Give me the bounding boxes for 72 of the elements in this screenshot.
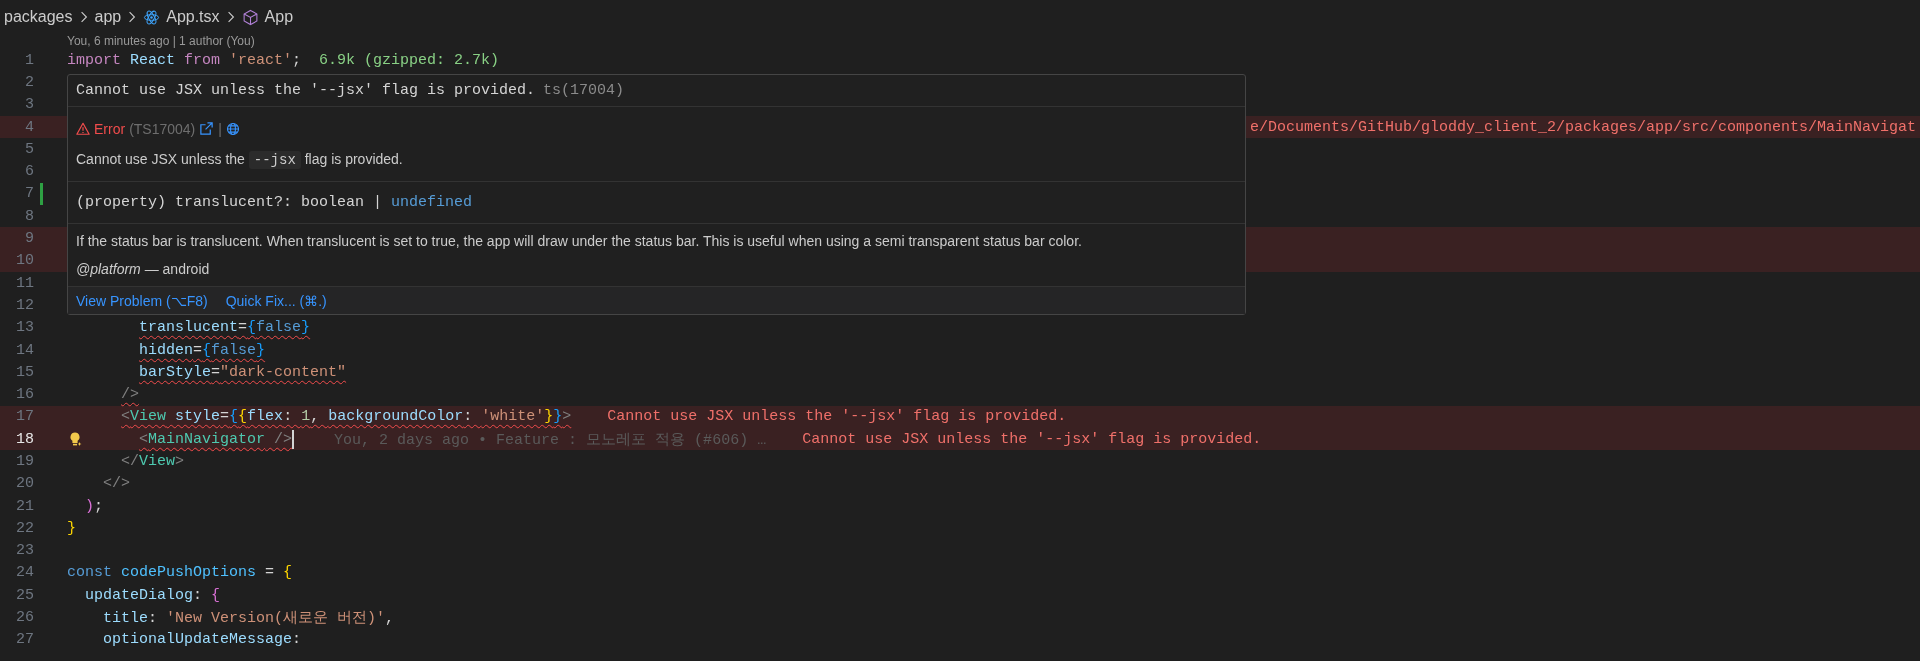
line-number: 4: [24, 118, 34, 136]
code-line: );: [85, 497, 104, 515]
line-number: 22: [15, 519, 34, 537]
line-number: 8: [24, 207, 34, 225]
code-line: </>: [103, 475, 131, 493]
line-number: 15: [15, 363, 34, 381]
hover-title: Cannot use JSX unless the '--jsx' flag is provided.: [76, 82, 536, 99]
line-number: 20: [15, 475, 34, 493]
code-line: optionalUpdateMessage:: [103, 631, 302, 649]
breadcrumb-item[interactable]: packages: [4, 8, 73, 26]
line-number: 3: [24, 96, 34, 114]
error-lens-message: Cannot use JSX unless the '--jsx' flag is provided.: [802, 430, 1262, 448]
line-number: 9: [24, 230, 34, 247]
globe-icon[interactable]: [225, 121, 240, 136]
line-number: 7: [24, 185, 34, 203]
code-line: <View style={{flex: 1, backgroundColor: 'white'}}>: [121, 408, 572, 426]
line-number: 5: [24, 140, 34, 158]
breadcrumb-item[interactable]: app: [94, 8, 122, 26]
code-line: hidden={false}: [139, 341, 266, 359]
line-number: 23: [15, 542, 34, 560]
line-number: 11: [15, 274, 34, 292]
breadcrumb-item[interactable]: App.tsx: [166, 8, 220, 26]
hover-action-link[interactable]: View Problem (⌥F8): [76, 292, 208, 309]
code-line: translucent={false}: [139, 319, 311, 337]
lightbulb-icon[interactable]: [67, 431, 83, 448]
line-number: 24: [15, 564, 34, 582]
code-line: title: 'New Version(새로운 버전)',: [103, 609, 395, 628]
code-line: />: [121, 386, 140, 404]
error-code: (TS17004): [129, 120, 196, 137]
breadcrumb-item[interactable]: App: [264, 8, 294, 26]
external-link-icon[interactable]: [199, 121, 215, 136]
error-message: Cannot use JSX unless the --jsx flag is provided.: [76, 150, 404, 168]
line-number: 18: [15, 430, 34, 448]
error-lens-message: Cannot use JSX unless the '--jsx' flag is provided.: [607, 408, 1067, 426]
line-number: 12: [15, 296, 34, 314]
line-number: 17: [15, 408, 34, 426]
line-number: 6: [24, 163, 34, 181]
line-number: 1: [24, 51, 34, 69]
code-line: import React from 'react';: [67, 51, 302, 69]
inline-blame: You, 2 days ago • Feature : 모노레포 적용 (#606) …: [334, 430, 767, 449]
line-number: 16: [15, 386, 34, 404]
line-number: 13: [15, 319, 34, 337]
type-signature: (property) translucent?: boolean | undefined: [76, 194, 473, 211]
code-line: </View>: [121, 453, 185, 470]
line-number: 26: [15, 609, 34, 627]
chevron-icon: [79, 11, 88, 23]
code-line: barStyle="dark-content": [139, 363, 347, 381]
line-number: 27: [15, 631, 34, 649]
chevron-icon: [226, 11, 235, 23]
error-source: ts(17004): [543, 82, 625, 99]
separator-text: |: [218, 120, 222, 137]
line-number: 2: [24, 73, 34, 91]
chevron-icon: [128, 11, 137, 23]
import-size-hint: 6.9k (gzipped: 2.7k): [319, 51, 500, 69]
code-line: const codePushOptions = {: [67, 564, 293, 582]
line-number: 19: [15, 453, 34, 470]
warning-icon: [76, 121, 90, 136]
code-line: <MainNavigator />: [139, 430, 293, 448]
line-number: 25: [15, 586, 34, 604]
code-line: updateDialog: {: [85, 586, 221, 604]
cube-icon: [241, 8, 259, 26]
platform-tag: @platform — android: [76, 261, 1237, 277]
hover-action-link[interactable]: Quick Fix... (⌘.): [225, 292, 327, 309]
documentation-text: If the status bar is translucent. When translucent is set to true, the app will draw under the status bar. This is useful when using a semi transparent status bar color.: [76, 233, 1083, 249]
line-number: 10: [15, 252, 34, 270]
severity-label: Error: [94, 120, 126, 137]
line-number: 21: [15, 497, 34, 515]
react-atom-icon: [143, 8, 161, 26]
code-line: }: [67, 519, 76, 537]
error-lens-message: e/Documents/GitHub/gloddy_client_2/packages/app/src/components/MainNavigat: [1250, 118, 1917, 136]
line-number: 14: [15, 341, 34, 359]
codelens-blame[interactable]: You, 6 minutes ago | 1 author (You): [67, 34, 255, 49]
